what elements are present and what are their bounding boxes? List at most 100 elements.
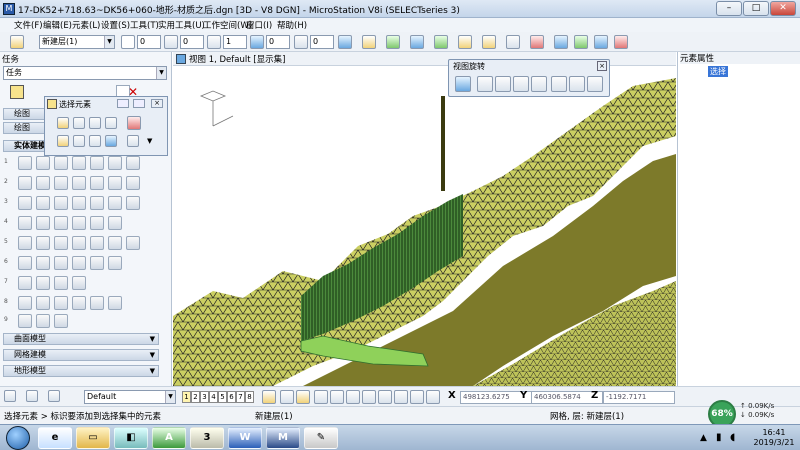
view-button-1[interactable]: 1: [182, 391, 191, 403]
select-mode-icon[interactable]: [127, 116, 141, 130]
align-icon[interactable]: [18, 256, 32, 270]
forward-arrow-icon[interactable]: [26, 390, 38, 402]
intersect-icon[interactable]: [36, 216, 50, 230]
view-button-8[interactable]: 8: [245, 391, 254, 403]
menu-element[interactable]: 元素(L): [72, 19, 100, 31]
shape-select-icon[interactable]: [89, 117, 101, 129]
menu-tools[interactable]: 工具(T): [130, 19, 159, 31]
menu-edit[interactable]: 编辑(E): [43, 19, 72, 31]
back-view-icon[interactable]: [569, 76, 585, 92]
midpoint-snap-icon[interactable]: [314, 390, 328, 404]
rotate-icon[interactable]: [54, 256, 68, 270]
stack-icon[interactable]: [482, 35, 496, 49]
solid-tool-icon[interactable]: [72, 156, 86, 170]
sphere-icon[interactable]: [36, 176, 50, 190]
solid-tool-icon[interactable]: [54, 156, 68, 170]
palette-minimize-icon[interactable]: [117, 99, 129, 108]
front-view-icon[interactable]: [495, 76, 511, 92]
back-arrow-icon[interactable]: [4, 390, 16, 402]
intersection-snap-icon[interactable]: [378, 390, 392, 404]
tasks-combo[interactable]: 任务 ▼: [3, 66, 167, 80]
move-icon[interactable]: [36, 256, 50, 270]
weight-combo[interactable]: 1: [223, 35, 247, 49]
close-button[interactable]: ✕: [770, 1, 796, 16]
priority-combo[interactable]: 0: [310, 35, 334, 49]
chevron-down-icon[interactable]: ▼: [147, 137, 152, 145]
solid-tool-icon[interactable]: [126, 156, 140, 170]
view-attributes-icon[interactable]: [338, 35, 352, 49]
style-combo[interactable]: 0: [180, 35, 204, 49]
slab-icon[interactable]: [126, 176, 140, 190]
dynamic-rotate-icon[interactable]: [455, 76, 471, 92]
active-level-combo[interactable]: 新建层(1) ▼: [39, 35, 115, 49]
display-style-icon[interactable]: [362, 35, 376, 49]
bottom-view-icon[interactable]: [551, 76, 567, 92]
individual-select-icon[interactable]: [57, 117, 69, 129]
menu-file[interactable]: 文件(F): [14, 19, 43, 31]
taskbar-access-icon[interactable]: A: [152, 427, 186, 449]
mesh-icon[interactable]: [36, 314, 50, 328]
iso-view-icon[interactable]: [531, 76, 547, 92]
imprint-icon[interactable]: [126, 236, 140, 250]
shell-icon[interactable]: [72, 196, 86, 210]
spin-icon[interactable]: [54, 276, 68, 290]
transparency-combo[interactable]: 0: [266, 35, 290, 49]
magic-wand-icon[interactable]: [506, 35, 520, 49]
view-button-7[interactable]: 7: [236, 391, 245, 403]
taskbar-ie-icon[interactable]: e: [38, 427, 72, 449]
solid-tool-icon[interactable]: [36, 156, 50, 170]
maximize-button[interactable]: □: [743, 1, 769, 16]
line-select-icon[interactable]: [105, 117, 117, 129]
bisector-snap-icon[interactable]: [362, 390, 376, 404]
solid-edit-icon[interactable]: [18, 296, 32, 310]
transparency-icon[interactable]: [250, 35, 264, 49]
default-combo[interactable]: Default ▼: [84, 390, 176, 404]
left-view-icon[interactable]: [587, 76, 603, 92]
tray-up-arrow-icon[interactable]: ▲: [700, 433, 707, 443]
subtract-icon[interactable]: [54, 216, 68, 230]
group-surface-model[interactable]: 曲面模型 ▼: [3, 333, 159, 345]
menu-settings[interactable]: 设置(S): [101, 19, 130, 31]
cone-icon[interactable]: [72, 176, 86, 190]
minimize-button[interactable]: –: [716, 1, 742, 16]
scale-icon[interactable]: [72, 256, 86, 270]
center-snap-icon[interactable]: [330, 390, 344, 404]
layers-icon[interactable]: [458, 35, 472, 49]
menu-window[interactable]: 窗口(I): [246, 19, 272, 31]
face-icon[interactable]: [18, 236, 32, 250]
z-coordinate-field[interactable]: -1192.7171: [603, 391, 675, 404]
origin-snap-icon[interactable]: [346, 390, 360, 404]
delete-icon[interactable]: [614, 35, 628, 49]
solid-tool-icon[interactable]: [18, 156, 32, 170]
revolve-icon[interactable]: [36, 196, 50, 210]
keypoint-snap-icon[interactable]: [280, 390, 294, 404]
solid-tool-icon[interactable]: [90, 156, 104, 170]
info-icon[interactable]: [554, 35, 568, 49]
group-terrain-model[interactable]: 地形模型 ▼: [3, 365, 159, 377]
thicken-icon[interactable]: [90, 196, 104, 210]
right-view-icon[interactable]: [513, 76, 529, 92]
view-button-3[interactable]: 3: [200, 391, 209, 403]
torus-icon[interactable]: [90, 176, 104, 190]
cylinder-icon[interactable]: [54, 176, 68, 190]
properties-selection-item[interactable]: 选择: [708, 66, 728, 77]
view-button-2[interactable]: 2: [191, 391, 200, 403]
tray-network-icon[interactable]: ▮: [716, 432, 722, 443]
method-icon[interactable]: [127, 135, 139, 147]
view-1-canvas[interactable]: [173, 66, 676, 386]
blend-icon[interactable]: [72, 276, 86, 290]
tools-icon[interactable]: [530, 35, 544, 49]
priority-icon[interactable]: [294, 35, 308, 49]
extrude-icon[interactable]: [18, 196, 32, 210]
globe-icon[interactable]: [410, 35, 424, 49]
parallel-snap-icon[interactable]: [426, 390, 440, 404]
palette-close-icon[interactable]: ×: [597, 61, 607, 71]
image-icon[interactable]: [434, 35, 448, 49]
key-in-icon[interactable]: [574, 35, 588, 49]
line-weight-icon[interactable]: [207, 35, 221, 49]
view-button-5[interactable]: 5: [218, 391, 227, 403]
solid-edit-icon[interactable]: [54, 296, 68, 310]
taskbar-3d-icon[interactable]: 3: [190, 427, 224, 449]
new-select-icon[interactable]: [57, 135, 69, 147]
mirror-icon[interactable]: [90, 256, 104, 270]
